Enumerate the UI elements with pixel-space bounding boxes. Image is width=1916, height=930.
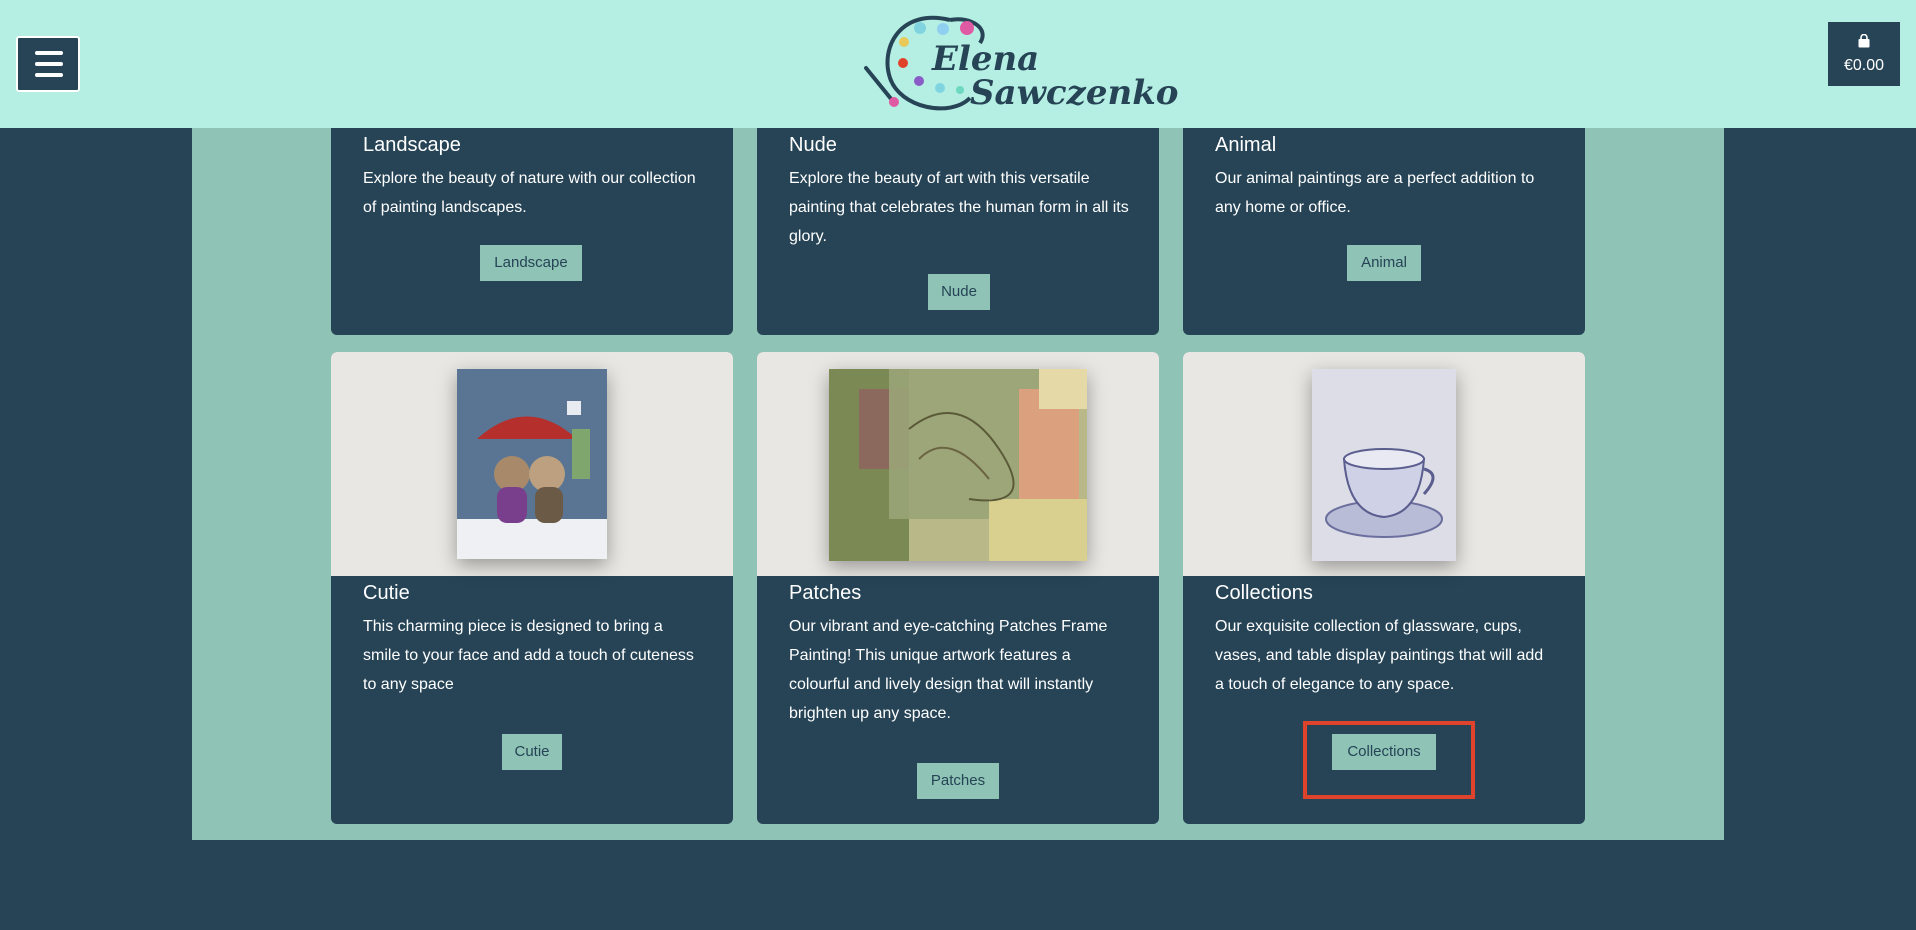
patches-button[interactable]: Patches [917,763,999,799]
card-image-area [331,352,733,576]
site-logo[interactable]: Elena Sawczenko [860,8,1178,120]
cutie-button[interactable]: Cutie [502,734,562,770]
hamburger-icon-bar [35,73,63,77]
card-description: Explore the beauty of art with this vers… [789,170,1129,245]
cart-total: €0.00 [1843,57,1885,74]
card-title: Animal [1215,134,1277,156]
card-title: Nude [789,134,837,156]
cutie-painting-image[interactable] [457,369,607,559]
shopping-bag-icon [1858,34,1870,48]
hamburger-icon [35,51,63,55]
category-card-patches: Patches Our vibrant and eye-catching Pat… [757,352,1159,824]
card-image-area [757,352,1159,576]
cart-button[interactable]: €0.00 [1828,22,1900,86]
category-card-nude: Nude Explore the beauty of art with this… [757,128,1159,335]
logo-line-1: Elena [932,39,1040,79]
card-description: Our exquisite collection of glassware, c… [1215,618,1544,693]
category-card-collections: Collections Our exquisite collection of … [1183,352,1585,824]
card-image-area [1183,352,1585,576]
site-header: Elena Sawczenko €0.00 [0,0,1916,128]
card-description: This charming piece is designed to bring… [363,618,694,693]
nude-button[interactable]: Nude [928,274,990,310]
patches-painting-image[interactable] [829,369,1087,561]
category-card-landscape: Landscape Explore the beauty of nature w… [331,128,733,335]
card-title: Patches [789,582,862,604]
hamburger-menu-button[interactable] [16,36,80,92]
category-card-animal: Animal Our animal paintings are a perfec… [1183,128,1585,335]
logo-line-2: Sawczenko [970,73,1179,113]
card-title: Collections [1215,582,1313,604]
card-description: Our vibrant and eye-catching Patches Fra… [789,618,1108,722]
landscape-button[interactable]: Landscape [480,245,582,281]
card-description: Our animal paintings are a perfect addit… [1215,170,1535,216]
card-title: Cutie [363,582,410,604]
highlight-box [1303,721,1475,799]
animal-button[interactable]: Animal [1347,245,1421,281]
category-grid: Landscape Explore the beauty of nature w… [192,128,1724,840]
collections-painting-image[interactable] [1312,369,1456,561]
hamburger-icon-bar [35,62,63,66]
card-title: Landscape [363,134,461,156]
category-card-cutie: Cutie This charming piece is designed to… [331,352,733,824]
card-description: Explore the beauty of nature with our co… [363,170,696,216]
